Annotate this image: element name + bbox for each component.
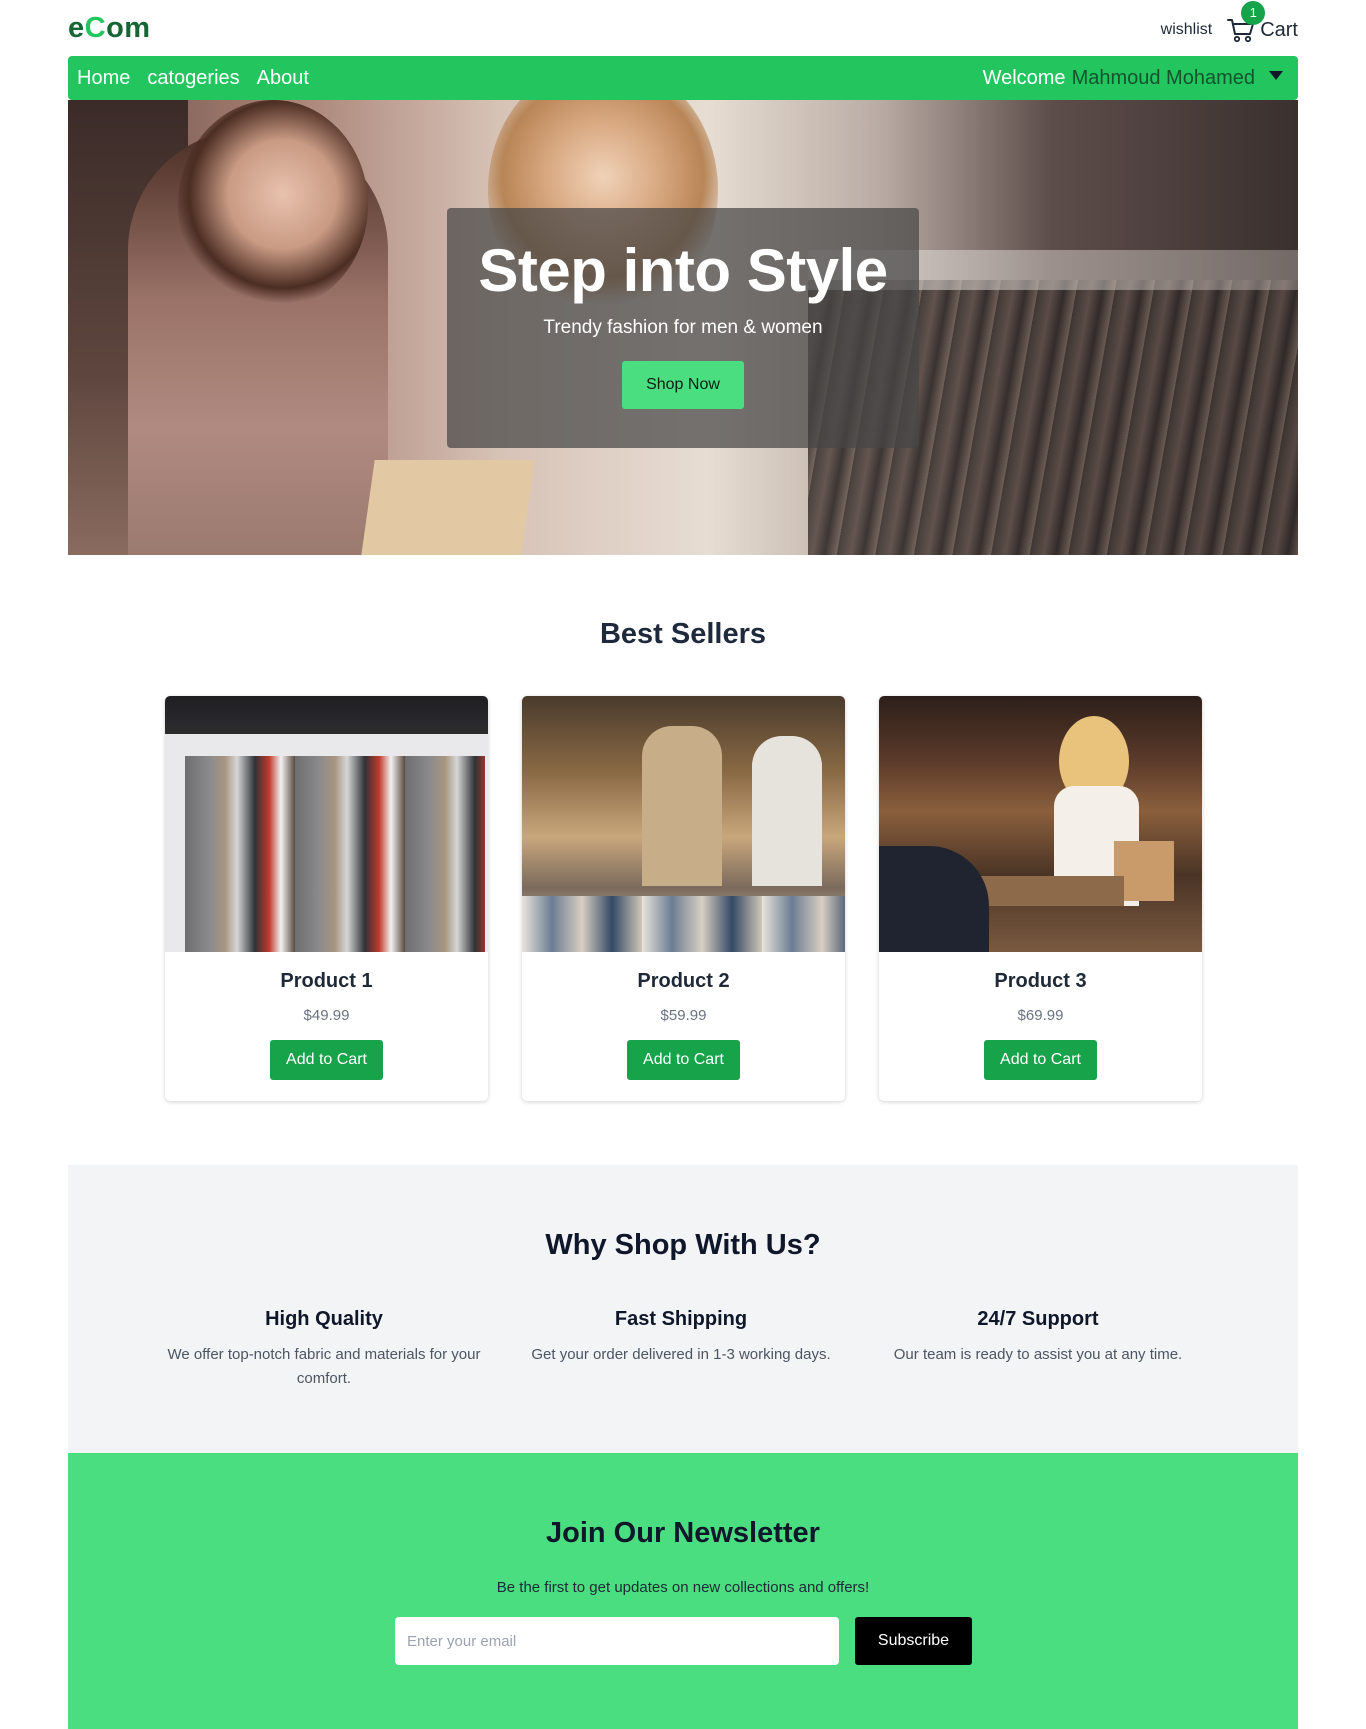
newsletter-section: Join Our Newsletter Be the first to get … (68, 1453, 1298, 1729)
logo-accent: C (84, 12, 107, 44)
product-grid: Product 1 $49.99 Add to Cart Product 2 $… (165, 696, 1202, 1101)
product-card[interactable]: Product 3 $69.99 Add to Cart (879, 696, 1202, 1101)
username: Mahmoud Mohamed (1071, 66, 1255, 89)
chevron-down-icon (1269, 70, 1283, 80)
feature-high-quality: High Quality We offer top-notch fabric a… (159, 1308, 489, 1391)
hero-overlay: Step into Style Trendy fashion for men &… (447, 208, 919, 448)
logo-prefix: e (68, 12, 85, 44)
nav-home[interactable]: Home (77, 67, 130, 90)
hero-banner: Step into Style Trendy fashion for men &… (68, 100, 1298, 555)
product-image (522, 696, 845, 952)
best-sellers-title: Best Sellers (599, 618, 767, 650)
product-price: $69.99 (1017, 1007, 1064, 1024)
add-to-cart-button[interactable]: Add to Cart (984, 1040, 1097, 1080)
nav-about[interactable]: About (257, 67, 309, 90)
user-menu-toggle[interactable]: Welcome Mahmoud Mohamed (983, 67, 1289, 90)
nav-categories[interactable]: catogeries (147, 67, 239, 90)
newsletter-title: Join Our Newsletter (546, 1517, 820, 1549)
welcome-label: Welcome (982, 66, 1066, 89)
product-name: Product 3 (994, 970, 1087, 992)
shop-now-button[interactable]: Shop Now (622, 361, 744, 409)
feature-text: Our team is ready to assist you at any t… (893, 1346, 1183, 1363)
feature-text: Get your order delivered in 1-3 working … (531, 1346, 831, 1363)
cart-label: Cart (1260, 18, 1298, 41)
product-price: $49.99 (303, 1007, 350, 1024)
feature-title: 24/7 Support (977, 1308, 1099, 1330)
header-actions: wishlist 1 Cart (1161, 0, 1298, 56)
top-bar: eCom wishlist 1 Cart (68, 0, 1298, 56)
cart-icon: 1 (1226, 1, 1266, 45)
feature-fast-shipping: Fast Shipping Get your order delivered i… (516, 1308, 846, 1367)
why-title: Why Shop With Us? (545, 1229, 821, 1261)
logo[interactable]: eCom (68, 12, 151, 45)
hero-subtitle: Trendy fashion for men & women (543, 317, 823, 338)
wishlist-link[interactable]: wishlist (1161, 21, 1213, 39)
email-input[interactable] (395, 1617, 839, 1665)
product-name: Product 2 (637, 970, 730, 992)
cart-button[interactable]: 1 Cart (1226, 1, 1298, 45)
logo-suffix: om (106, 12, 151, 44)
add-to-cart-button[interactable]: Add to Cart (270, 1040, 383, 1080)
feature-support: 24/7 Support Our team is ready to assist… (873, 1308, 1203, 1367)
product-card[interactable]: Product 2 $59.99 Add to Cart (522, 696, 845, 1101)
feature-title: High Quality (265, 1308, 383, 1330)
product-price: $59.99 (660, 1007, 707, 1024)
main-navbar: Home catogeries About Welcome Mahmoud Mo… (68, 56, 1298, 100)
feature-text: We offer top-notch fabric and materials … (167, 1346, 481, 1387)
add-to-cart-button[interactable]: Add to Cart (627, 1040, 740, 1080)
hero-title: Step into Style (478, 237, 888, 304)
newsletter-subtitle: Be the first to get updates on new colle… (496, 1579, 870, 1596)
product-name: Product 1 (280, 970, 373, 992)
why-shop-section: Why Shop With Us? High Quality We offer … (68, 1165, 1298, 1453)
product-image (879, 696, 1202, 952)
subscribe-button[interactable]: Subscribe (855, 1617, 972, 1665)
product-image (165, 696, 488, 952)
product-card[interactable]: Product 1 $49.99 Add to Cart (165, 696, 488, 1101)
feature-title: Fast Shipping (614, 1308, 748, 1330)
